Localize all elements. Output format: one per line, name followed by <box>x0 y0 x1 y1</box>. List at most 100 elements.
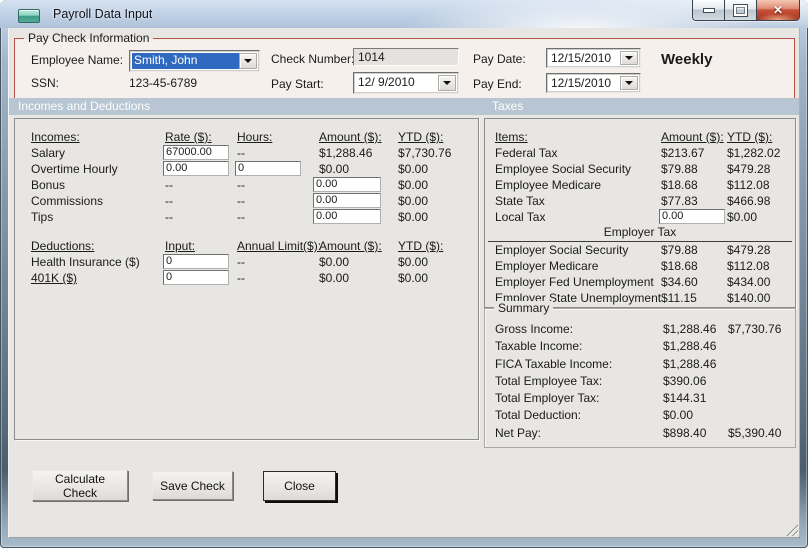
table-cell: Employer Social Security <box>495 243 629 257</box>
table-cell: Hours: <box>237 130 273 144</box>
employee-name-dropdown-button[interactable] <box>239 53 257 69</box>
save-check-button[interactable]: Save Check <box>152 471 233 500</box>
table-cell: -- <box>237 194 245 208</box>
table-cell: -- <box>237 210 245 224</box>
table-cell: Total Employee Tax: <box>495 373 603 388</box>
table-row: 401K ($) 0 -- $0.00 $0.00 <box>15 270 478 286</box>
table-cell: Bonus <box>31 178 66 192</box>
employee-name-combo[interactable]: Smith, John <box>129 50 260 72</box>
table-cell: State Tax <box>495 194 545 208</box>
calculate-check-button[interactable]: Calculate Check <box>32 470 128 501</box>
pay-start-dropdown-button[interactable] <box>438 75 456 91</box>
table-cell: $144.31 <box>663 391 707 406</box>
table-input[interactable]: 0.00 <box>313 177 381 192</box>
table-cell: $479.28 <box>727 162 771 176</box>
pay-start-label: Pay Start: <box>271 77 324 91</box>
paycheck-info-group: Pay Check Information Employee Name: Smi… <box>14 31 795 99</box>
section-header-bar: Incomes and Deductions Taxes <box>9 98 799 115</box>
table-input[interactable]: 0 <box>163 270 229 285</box>
paycheck-info-legend: Pay Check Information <box>24 31 154 46</box>
table-row: Total Deduction: $0.00 <box>485 407 795 424</box>
table-cell: Total Employer Tax: <box>495 391 600 406</box>
ssn-label: SSN: <box>31 76 60 90</box>
table-cell: $0.00 <box>663 408 694 423</box>
table-cell: Local Tax <box>495 210 546 224</box>
table-cell: $1,288.46 <box>663 356 717 371</box>
incomes-deductions-panel: Incomes: Rate ($): Hours: Amount ($): YTD ($… <box>14 118 479 440</box>
table-cell: YTD ($): <box>727 130 773 144</box>
table-cell: -- <box>237 178 245 192</box>
resize-grip[interactable] <box>785 523 798 536</box>
table-cell: YTD ($): <box>398 130 444 144</box>
close-icon: ✕ <box>772 3 784 17</box>
window-title: Payroll Data Input <box>53 7 153 21</box>
table-row: Taxable Income: $1,288.46 <box>485 338 795 355</box>
table-cell: $1,288.46 <box>319 146 373 160</box>
table-cell: $0.00 <box>319 255 350 269</box>
employee-name-value: Smith, John <box>132 53 240 69</box>
table-input[interactable]: 0 <box>235 161 301 176</box>
pay-date-value: 12/15/2010 <box>551 51 612 65</box>
table-row: State Tax $77.83 $466.98 <box>485 193 795 209</box>
employee-name-label: Employee Name: <box>31 53 124 67</box>
summary-table: Gross Income: $1,288.46 $7,730.76 Taxable I… <box>485 321 795 442</box>
pay-end-value: 12/15/2010 <box>551 76 612 90</box>
table-cell: Rate ($): <box>165 130 212 144</box>
table-cell: $140.00 <box>727 291 771 305</box>
table-cell: -- <box>237 271 245 285</box>
pay-end-picker[interactable]: 12/15/2010 <box>546 73 641 93</box>
table-row: Tips -- -- 0.00 $0.00 <box>15 209 478 225</box>
taxes-table: Items: Amount ($): YTD ($): Federal Tax $213… <box>485 129 795 306</box>
table-cell: $79.88 <box>661 162 698 176</box>
table-cell: $11.15 <box>661 291 697 305</box>
table-input[interactable]: 0.00 <box>313 209 381 224</box>
table-cell: $79.88 <box>661 243 698 257</box>
table-cell: Amount ($): <box>319 239 382 253</box>
close-dialog-button[interactable]: Close <box>263 471 336 501</box>
summary-group: Summary Gross Income: $1,288.46 $7,730.76 T… <box>484 301 796 448</box>
titlebar[interactable]: Payroll Data Input ✕ <box>0 0 808 28</box>
maximize-button[interactable] <box>725 0 757 20</box>
table-cell: $390.06 <box>663 373 707 388</box>
table-cell: $112.08 <box>727 259 770 273</box>
table-input[interactable]: 0.00 <box>659 209 725 224</box>
ssn-value: 123-45-6789 <box>129 76 198 90</box>
taxes-header: Taxes <box>492 99 524 113</box>
table-row: Employee Medicare $18.68 $112.08 <box>485 177 795 193</box>
table-cell: $112.08 <box>727 178 770 192</box>
table-row: Employer Fed Unemployment $34.60 $434.00 <box>485 274 795 290</box>
minimize-button[interactable] <box>693 0 725 20</box>
table-input[interactable]: 0 <box>163 254 229 269</box>
pay-start-picker[interactable]: 12/ 9/2010 <box>353 72 459 94</box>
table-cell: $466.98 <box>727 194 771 208</box>
table-row: Employer Social Security $79.88 $479.28 <box>485 242 795 258</box>
chevron-down-icon <box>625 56 633 60</box>
pay-end-dropdown-button[interactable] <box>620 76 638 90</box>
pay-date-dropdown-button[interactable] <box>620 51 638 65</box>
incomes-table: Incomes: Rate ($): Hours: Amount ($): YTD ($… <box>15 129 478 225</box>
table-cell: -- <box>165 194 173 208</box>
table-cell: $1,288.46 <box>663 322 717 336</box>
table-row: Local Tax 0.00 $0.00 <box>485 209 795 225</box>
pay-date-picker[interactable]: 12/15/2010 <box>546 48 641 68</box>
table-cell: Commissions <box>31 194 104 208</box>
table-cell: $0.00 <box>319 271 350 285</box>
table-row: FICA Taxable Income: $1,288.46 <box>485 356 795 373</box>
table-cell: Employer Fed Unemployment <box>495 275 654 289</box>
table-cell: $0.00 <box>398 194 429 208</box>
table-cell: Incomes: <box>31 130 80 144</box>
table-cell: $479.28 <box>727 243 771 257</box>
close-button[interactable]: ✕ <box>757 0 799 20</box>
pay-frequency-label: Weekly <box>661 51 713 68</box>
check-number-input[interactable]: 1014 <box>353 48 459 66</box>
table-cell: Tips <box>31 210 54 224</box>
table-cell: $434.00 <box>727 275 771 289</box>
app-icon <box>18 9 40 23</box>
table-cell: $34.60 <box>661 275 698 289</box>
table-cell: -- <box>237 146 245 160</box>
table-cell: Total Deduction: <box>495 408 582 423</box>
table-input[interactable]: 67000.00 <box>163 145 229 160</box>
table-row: Net Pay: $898.40 $5,390.40 <box>485 425 795 442</box>
table-input[interactable]: 0.00 <box>163 161 229 176</box>
table-input[interactable]: 0.00 <box>313 193 381 208</box>
